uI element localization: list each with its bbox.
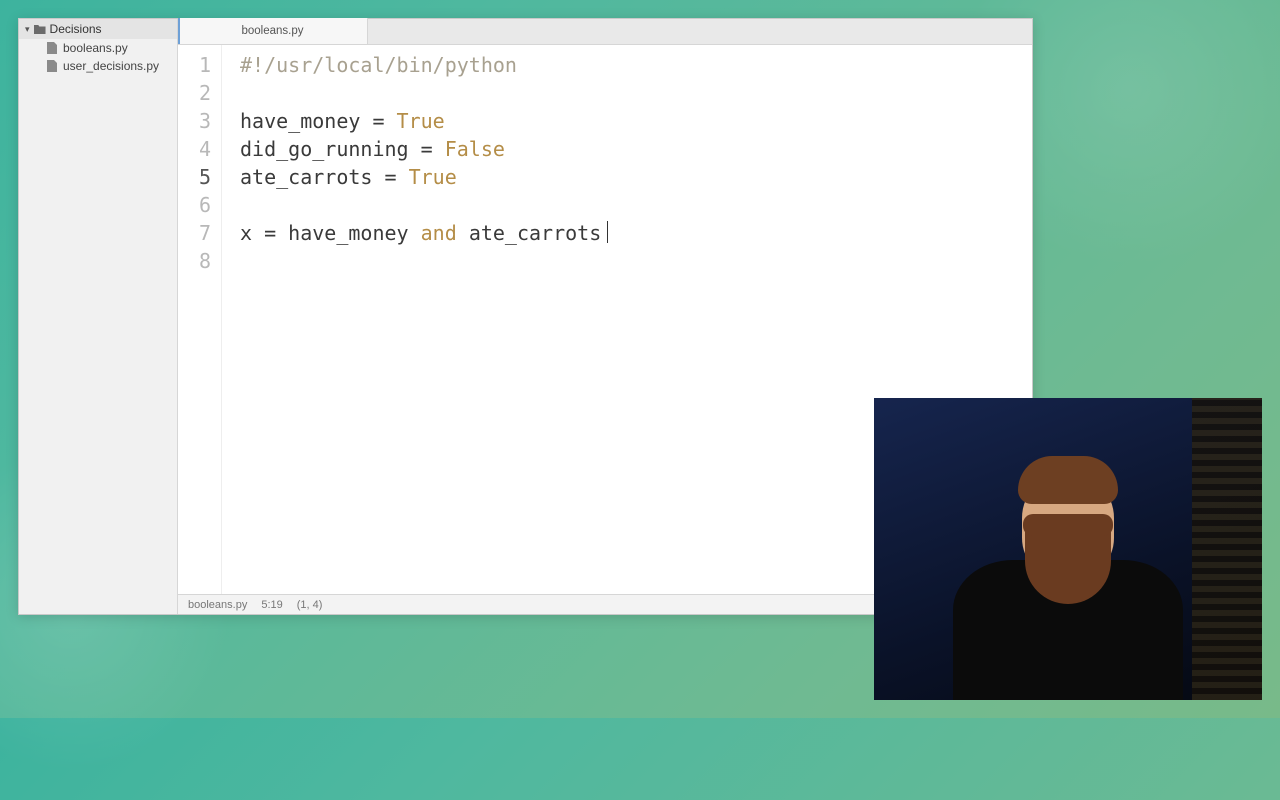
tree-file-label: user_decisions.py	[63, 59, 159, 73]
line-number: 7	[178, 219, 211, 247]
code-line[interactable]	[240, 247, 1032, 275]
status-cursor-pos: 5:19	[261, 599, 282, 611]
code-line[interactable]: ate_carrots = True	[240, 163, 1032, 191]
line-number: 8	[178, 247, 211, 275]
tree-root-folder[interactable]: ▾ Decisions	[19, 19, 177, 39]
line-gutter: 12345678	[178, 45, 222, 594]
file-tree-sidebar[interactable]: ▾ Decisions booleans.py user_decisions.p…	[19, 19, 178, 614]
tab-bar[interactable]: booleans.py	[178, 19, 1032, 45]
chevron-down-icon: ▾	[25, 24, 30, 35]
line-number: 3	[178, 107, 211, 135]
tree-file-label: booleans.py	[63, 41, 128, 55]
code-line[interactable]: #!/usr/local/bin/python	[240, 51, 1032, 79]
file-icon	[47, 60, 57, 72]
tree-file-user-decisions[interactable]: user_decisions.py	[43, 57, 177, 75]
code-line[interactable]	[240, 79, 1032, 107]
text-cursor	[607, 221, 608, 243]
presenter-video	[874, 398, 1262, 700]
file-icon	[47, 42, 57, 54]
code-line[interactable]: did_go_running = False	[240, 135, 1032, 163]
status-filename: booleans.py	[188, 599, 247, 611]
tab-label: booleans.py	[241, 25, 303, 37]
status-selection: (1, 4)	[297, 599, 323, 611]
tab-booleans[interactable]: booleans.py	[178, 18, 368, 44]
line-number: 5	[178, 163, 211, 191]
code-line[interactable]: x = have_money and ate_carrots	[240, 219, 1032, 247]
tree-root-label: Decisions	[50, 22, 102, 36]
folder-icon	[34, 24, 46, 34]
tree-file-booleans[interactable]: booleans.py	[43, 39, 177, 57]
code-line[interactable]	[240, 191, 1032, 219]
tree-children: booleans.py user_decisions.py	[19, 39, 177, 75]
line-number: 4	[178, 135, 211, 163]
code-line[interactable]: have_money = True	[240, 107, 1032, 135]
line-number: 6	[178, 191, 211, 219]
line-number: 2	[178, 79, 211, 107]
line-number: 1	[178, 51, 211, 79]
